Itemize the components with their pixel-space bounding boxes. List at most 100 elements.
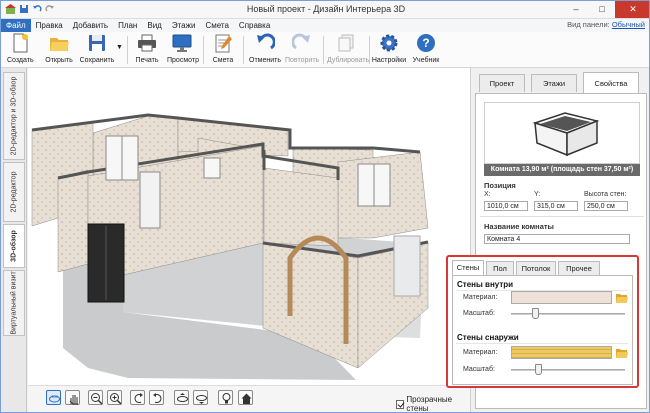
rotate-left-button[interactable] [130, 390, 145, 405]
open-button[interactable]: Открыть [43, 33, 75, 66]
tilt-down-button[interactable] [193, 390, 208, 405]
wall-height-label: Высота стен: [584, 191, 627, 198]
duplicate-label: Дублировать [327, 57, 370, 64]
rotate-left-icon [134, 393, 143, 403]
create-label: Создать [7, 57, 34, 64]
outside-walls-heading: Стены снаружи [457, 333, 519, 342]
toolbar-separator [203, 36, 204, 64]
toolbar: Создать Открыть Сохранить ▼ Печать Просм… [1, 32, 649, 68]
transparent-walls-checkbox[interactable]: Прозрачные стены [396, 395, 470, 413]
redo-button[interactable]: Повторить [285, 33, 319, 66]
save-dropdown-arrow[interactable]: ▼ [116, 44, 123, 51]
tilt-up-icon [177, 393, 188, 402]
svg-text:?: ? [422, 36, 429, 50]
slider-track [511, 369, 625, 371]
create-button[interactable]: Создать [7, 33, 34, 66]
x-input[interactable]: 1010,0 см [484, 201, 528, 211]
checkbox-checked[interactable] [396, 399, 405, 409]
open-folder-icon [50, 38, 69, 51]
zoom-out-icon [91, 393, 103, 405]
tab-walls[interactable]: Стены [452, 260, 484, 276]
outside-material-label: Материал: [463, 349, 498, 356]
tab-2d-editor[interactable]: 2D-редактор [3, 162, 25, 222]
inside-walls-heading: Стены внутри [457, 280, 514, 289]
save-icon [89, 35, 105, 51]
3d-viewport[interactable] [28, 68, 470, 385]
toolbar-separator [127, 36, 128, 64]
tutorial-button[interactable]: ? Учебник [411, 33, 441, 66]
menu-edit[interactable]: Правка [31, 19, 68, 32]
duplicate-button[interactable]: Дублировать [327, 33, 370, 66]
tab-other[interactable]: Прочее [558, 261, 600, 275]
menu-plan[interactable]: План [113, 19, 142, 32]
wall-height-input[interactable]: 250,0 см [584, 201, 628, 211]
app-window: Новый проект - Дизайн Интерьера 3D – □ ✕… [0, 0, 650, 413]
menu-floors[interactable]: Этажи [167, 19, 201, 32]
slider-knob[interactable] [532, 308, 539, 319]
save-button[interactable]: Сохранить [79, 33, 115, 66]
slider-knob[interactable] [535, 364, 542, 375]
inside-scale-slider[interactable] [511, 307, 625, 321]
view-panel-link[interactable]: Обычный [612, 20, 645, 29]
menu-estimate[interactable]: Смета [200, 19, 233, 32]
undo-button[interactable]: Отменить [249, 33, 281, 66]
tab-floor[interactable]: Пол [486, 261, 514, 275]
surface-body: Стены внутри Материал: Масштаб: Стены сн… [452, 275, 633, 385]
room-box-icon [532, 112, 600, 157]
tab-properties[interactable]: Свойства [583, 72, 639, 93]
toolbar-separator [369, 36, 370, 64]
tab-virtual-visit[interactable]: Виртуальный визит [3, 270, 25, 336]
rotate-right-button[interactable] [149, 390, 164, 405]
print-label: Печать [135, 57, 159, 64]
tab-2d-3d[interactable]: 2D-редактор и 3D-обзор [3, 72, 25, 160]
menu-help[interactable]: Справка [234, 19, 275, 32]
outside-material-swatch[interactable] [511, 346, 612, 359]
tab-project[interactable]: Проект [479, 74, 525, 92]
menu-file[interactable]: Файл [1, 19, 31, 32]
tab-floors[interactable]: Этажи [531, 74, 577, 92]
minimize-button[interactable]: – [563, 1, 589, 18]
printer-icon [138, 34, 156, 52]
preview-label: Просмотр [167, 57, 199, 64]
tilt-down-icon [196, 395, 207, 404]
y-input[interactable]: 315,0 см [534, 201, 578, 211]
menu-add[interactable]: Добавить [68, 19, 113, 32]
room-name-heading: Название комнаты [484, 222, 554, 231]
y-label: Y: [534, 191, 541, 198]
home-icon [241, 393, 252, 404]
lighting-button[interactable] [218, 390, 233, 405]
undo-label: Отменить [249, 57, 281, 64]
room-preview [484, 102, 640, 164]
settings-button[interactable]: Настройки [371, 33, 407, 66]
inside-material-label: Материал: [463, 294, 498, 301]
close-button[interactable]: ✕ [615, 1, 649, 18]
tab-ceiling[interactable]: Потолок [516, 261, 556, 275]
estimate-button[interactable]: Смета [209, 33, 237, 66]
print-button[interactable]: Печать [133, 33, 161, 66]
outside-material-folder-icon[interactable] [616, 348, 628, 358]
inside-material-swatch[interactable] [511, 291, 612, 304]
rotate-360-button[interactable]: 360 [46, 390, 61, 405]
zoom-in-button[interactable] [107, 390, 122, 405]
maximize-button[interactable]: □ [589, 1, 615, 18]
tab-3d-view[interactable]: 3D-обзор [3, 224, 25, 268]
zoom-out-button[interactable] [88, 390, 103, 405]
menu-view[interactable]: Вид [142, 19, 166, 32]
room-name-input[interactable]: Комната 4 [484, 234, 630, 244]
hand-icon [69, 395, 78, 405]
save-label: Сохранить [79, 57, 115, 64]
rotate-360-icon: 360 [49, 394, 60, 403]
duplicate-icon [338, 34, 354, 52]
pan-hand-button[interactable] [65, 390, 80, 405]
undo-icon [257, 33, 276, 50]
estimate-label: Смета [212, 57, 234, 64]
help-icon: ? [417, 34, 435, 52]
inside-scale-label: Масштаб: [463, 310, 495, 317]
inside-material-folder-icon[interactable] [616, 293, 628, 303]
home-view-button[interactable] [238, 390, 253, 405]
transparent-walls-label: Прозрачные стены [406, 395, 453, 413]
preview-button[interactable]: Просмотр [167, 33, 199, 66]
tilt-up-button[interactable] [174, 390, 189, 405]
house-3d-model[interactable] [28, 68, 470, 385]
outside-scale-slider[interactable] [511, 363, 625, 377]
